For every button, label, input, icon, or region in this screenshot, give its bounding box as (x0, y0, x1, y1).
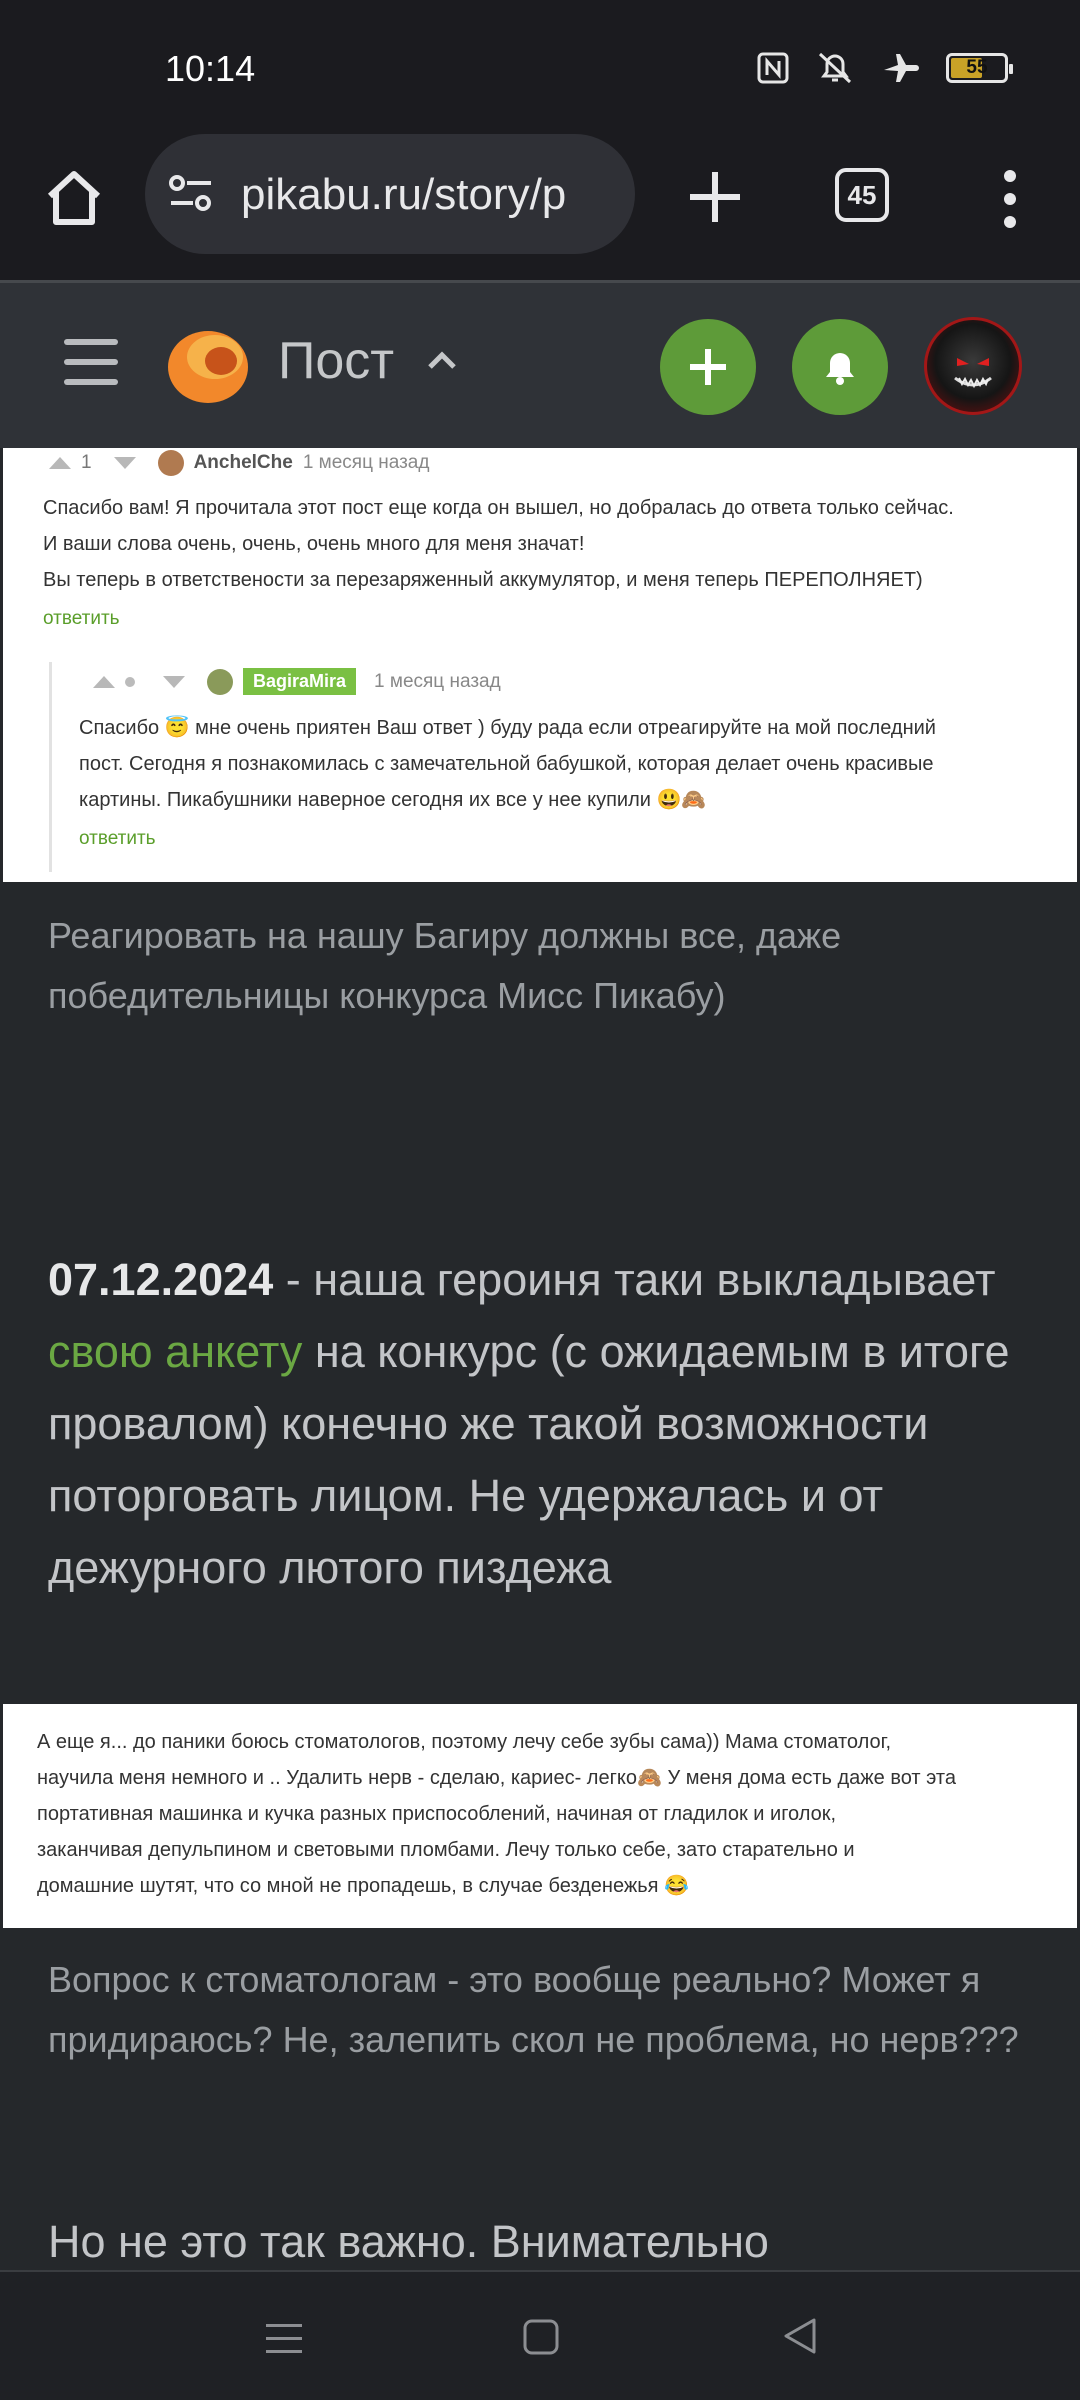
upvote-icon (93, 675, 115, 688)
image-caption: Вопрос к стоматологам - это вообще реаль… (48, 1959, 1019, 2060)
comment-screenshot-1: 1 AnchelChe 1 месяц назад Спасибо вам! Я… (3, 448, 1077, 882)
url-text[interactable]: pikabu.ru/story/p (241, 170, 621, 220)
site-header: Пост (0, 280, 1080, 448)
comment-text-line: Вы теперь в ответствености за перезаряже… (43, 569, 923, 591)
vote-count: 1 (81, 452, 92, 473)
page-title[interactable]: Пост (278, 331, 394, 391)
add-post-button[interactable] (660, 319, 756, 415)
thread-line (49, 662, 52, 872)
reply-link: ответить (43, 608, 120, 629)
comment-time: 1 месяц назад (302, 452, 430, 473)
site-settings-icon[interactable] (167, 172, 217, 216)
address-bar[interactable]: pikabu.ru/story/p (145, 134, 635, 254)
status-bar: 10:14 55 (0, 0, 1080, 130)
survey-link[interactable]: свою анкету (48, 1326, 302, 1377)
quote-line: заканчивая депульпином и световыми пломб… (37, 1839, 855, 1861)
plus-icon (690, 349, 726, 385)
comment-text-line: Спасибо вам! Я прочитала этот пост еще к… (43, 497, 954, 519)
system-nav-bar (0, 2270, 1080, 2400)
paragraph-text: - наша героиня таки выкладывает (273, 1254, 996, 1305)
commenter-avatar (157, 450, 184, 476)
downvote-icon (163, 675, 185, 688)
quote-line: портативная машинка и кучка разных присп… (37, 1803, 837, 1825)
menu-icon[interactable] (62, 335, 122, 391)
post-paragraph: 07.12.2024 - наша героиня таки выкладыва… (48, 1244, 1048, 1604)
avatar-face-icon (954, 358, 992, 389)
nfc-icon (757, 52, 789, 84)
recent-apps-icon[interactable] (264, 2320, 304, 2358)
chevron-up-icon[interactable] (424, 347, 460, 371)
comment-time: 1 месяц назад (374, 670, 501, 692)
comment-author: AnchelChe (193, 452, 293, 473)
comment-text-line: Спасибо 😇 мне очень приятен Ваш ответ ) … (79, 717, 936, 739)
back-icon[interactable] (780, 2316, 820, 2356)
upvote-icon (49, 457, 71, 469)
home-icon[interactable] (38, 162, 110, 234)
airplane-mode-icon (884, 54, 919, 82)
mute-icon (818, 52, 852, 84)
reply-link: ответить (79, 828, 156, 849)
quote-line: А еще я... до паники боюсь стоматологов,… (37, 1731, 892, 1753)
post-date: 07.12.2024 (48, 1254, 274, 1305)
post-paragraph: Но не это так важно. Внимательно (48, 2216, 769, 2267)
post-content: 1 AnchelChe 1 месяц назад Спасибо вам! Я… (0, 448, 1080, 2270)
user-avatar[interactable] (924, 317, 1022, 415)
battery-level: 55 (966, 57, 988, 78)
comment-vote-bar: 1 AnchelChe 1 месяц назад (49, 450, 429, 476)
new-tab-icon[interactable] (680, 162, 750, 232)
commenter-avatar (207, 668, 233, 695)
comment-text-line: И ваши слова очень, очень, очень много д… (43, 533, 585, 555)
battery-icon: 55 (946, 53, 1013, 83)
quote-line: научила меня немного и .. Удалить нерв -… (37, 1767, 956, 1789)
browser-toolbar: pikabu.ru/story/p 45 (0, 130, 1080, 280)
status-icons: 55 (756, 50, 1013, 86)
more-options-icon[interactable] (990, 164, 1030, 234)
downvote-icon (113, 457, 136, 469)
tabs-count-button[interactable]: 45 (835, 168, 889, 222)
image-caption: Реагировать на нашу Багиру должны все, д… (48, 915, 842, 1016)
comment-text-line: пост. Сегодня я познакомилась с замечате… (79, 753, 934, 775)
home-nav-icon[interactable] (522, 2318, 560, 2356)
notifications-button[interactable] (792, 319, 888, 415)
comment-text-line: картины. Пикабушники наверное сегодня их… (79, 789, 707, 811)
pikabu-logo-icon[interactable] (165, 321, 251, 407)
comment-vote-bar: BagiraMira 1 месяц назад (93, 668, 501, 695)
vote-dot (125, 676, 135, 687)
status-time: 10:14 (165, 48, 256, 89)
quote-line: домашние шутят, что со мной не пропадешь… (37, 1875, 689, 1897)
comment-author: BagiraMira (243, 668, 357, 695)
quote-screenshot: А еще я... до паники боюсь стоматологов,… (3, 1704, 1077, 1928)
bell-icon (826, 353, 854, 385)
